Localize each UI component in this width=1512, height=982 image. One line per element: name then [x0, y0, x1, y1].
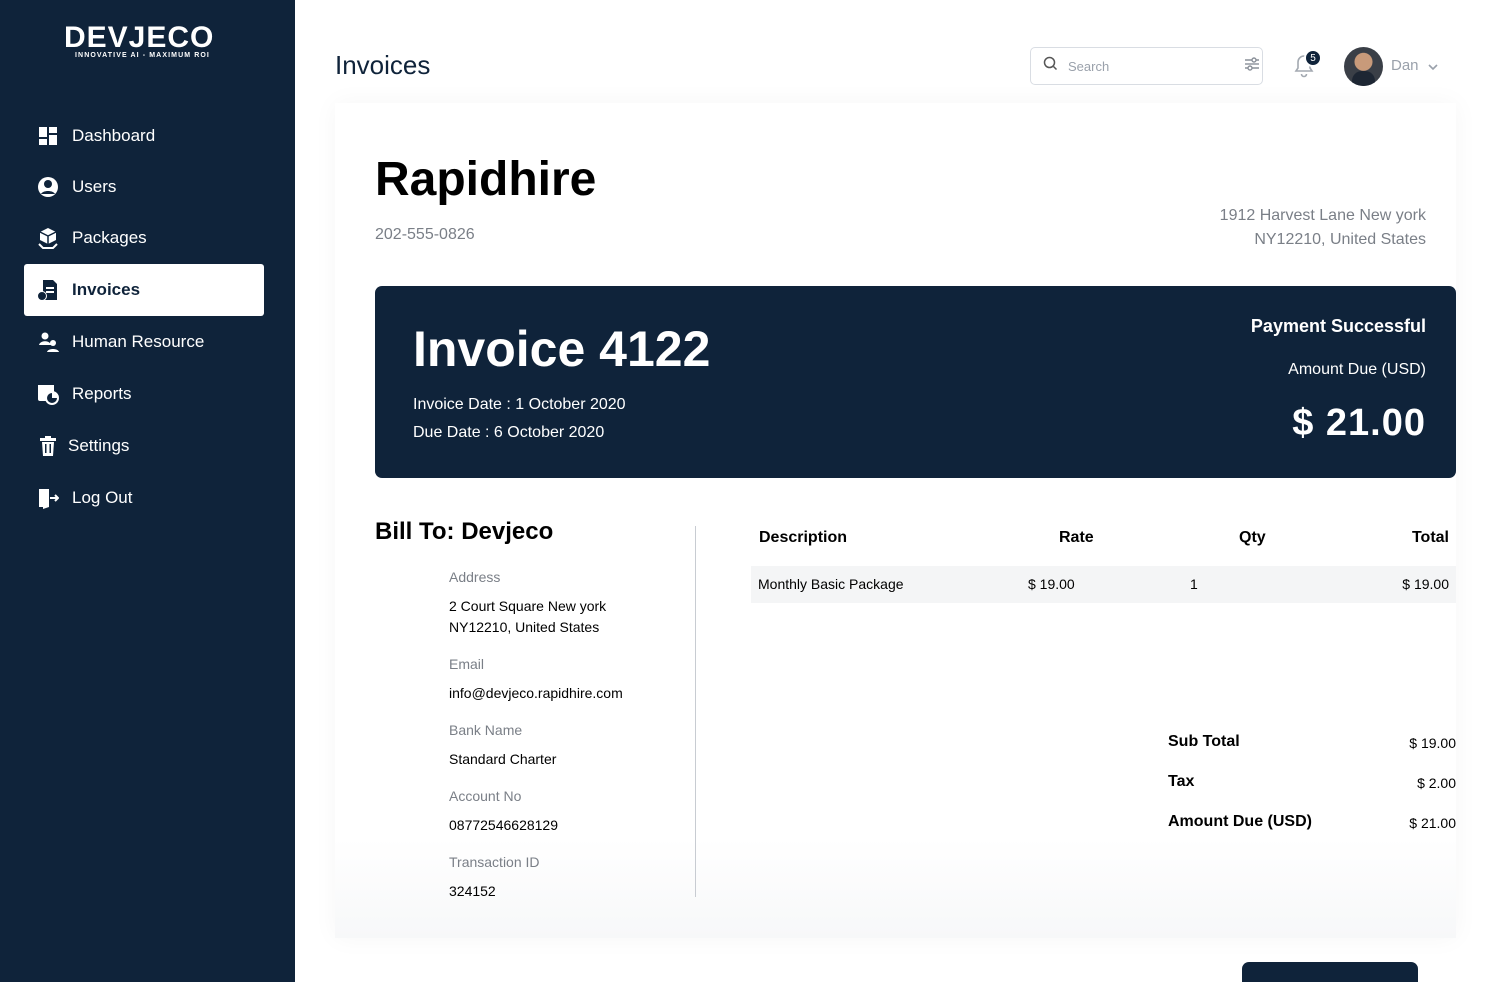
dashboard-icon — [36, 124, 60, 148]
email-value: info@devjeco.rapidhire.com — [449, 685, 623, 701]
amount-due-label: Amount Due (USD) — [1288, 361, 1426, 378]
summary-due-label: Amount Due (USD) — [1168, 813, 1312, 830]
invoice-banner: Invoice 4122 Invoice Date : 1 October 20… — [375, 286, 1456, 478]
company-address-line1: 1912 Harvest Lane New york — [1219, 207, 1426, 224]
company-address: 1912 Harvest Lane New york NY12210, Unit… — [1220, 204, 1426, 252]
account-label: Account No — [449, 788, 522, 804]
summary-due-value: $ 21.00 — [1409, 815, 1456, 831]
packages-icon — [36, 226, 60, 250]
invoice-date: Invoice Date : 1 October 2020 — [413, 396, 626, 413]
subtotal-label: Sub Total — [1168, 733, 1240, 750]
user-name[interactable]: Dan — [1391, 57, 1419, 74]
address-line1: 2 Court Square New york — [449, 598, 607, 614]
sidebar-item-packages[interactable]: Packages — [24, 212, 264, 264]
company-name: Rapidhire — [375, 153, 597, 206]
address-value: 2 Court Square New york NY12210, United … — [449, 596, 606, 638]
row-total: $ 19.00 — [1402, 576, 1449, 592]
tax-label: Tax — [1168, 773, 1195, 790]
sidebar-item-label: Human Resource — [72, 332, 205, 351]
search-input[interactable] — [1068, 58, 1244, 74]
due-date: Due Date : 6 October 2020 — [413, 424, 605, 441]
account-value: 08772546628129 — [449, 817, 559, 833]
sidebar-item-label: Reports — [72, 384, 132, 403]
filter-icon[interactable] — [1244, 56, 1260, 77]
sidebar-item-logout[interactable]: Log Out — [24, 472, 264, 524]
amount-due-value: $ 21.00 — [1292, 402, 1426, 444]
trash-icon — [36, 434, 60, 458]
address-line2: NY12210, United States — [449, 619, 600, 635]
company-phone: 202-555-0826 — [375, 226, 475, 243]
invoice-icon — [36, 278, 60, 302]
sidebar-item-dashboard[interactable]: Dashboard — [24, 110, 264, 162]
column-header-rate: Rate — [1059, 529, 1094, 546]
sidebar-item-label: Dashboard — [72, 126, 156, 145]
sidebar-item-settings[interactable]: Settings — [24, 420, 264, 472]
row-rate: $ 19.00 — [1028, 576, 1075, 592]
sidebar-item-reports[interactable]: Reports — [24, 368, 264, 420]
reports-icon — [36, 382, 60, 406]
search-icon — [1043, 56, 1058, 76]
sidebar-item-users[interactable]: Users — [24, 161, 264, 213]
notification-badge: 5 — [1304, 49, 1322, 67]
invoice-title: Invoice 4122 — [413, 321, 711, 377]
page-title: Invoices — [335, 50, 431, 80]
sidebar-item-label: Invoices — [72, 280, 141, 299]
payment-status: Payment Successful — [1250, 316, 1426, 336]
subtotal-value: $ 19.00 — [1409, 735, 1456, 751]
bank-label: Bank Name — [449, 722, 523, 738]
brand-name: DEVJECO — [64, 21, 215, 54]
row-description: Monthly Basic Package — [758, 576, 904, 592]
address-label: Address — [449, 569, 501, 585]
search-box[interactable] — [1030, 47, 1263, 85]
email-label: Email — [449, 656, 485, 672]
sidebar-item-human-resource[interactable]: Human Resource — [24, 316, 264, 368]
tax-value: $ 2.00 — [1417, 775, 1456, 791]
sidebar: DEVJECO INNOVATIVE AI - MAXIMUM ROI Dash… — [0, 0, 295, 982]
sidebar-item-invoices[interactable]: Invoices — [24, 264, 264, 316]
user-icon — [36, 175, 60, 199]
sidebar-item-label: Log Out — [72, 488, 133, 507]
action-button[interactable] — [1242, 962, 1418, 982]
column-header-description: Description — [759, 529, 848, 546]
company-address-line2: NY12210, United States — [1254, 231, 1426, 248]
chevron-down-icon[interactable] — [1426, 60, 1440, 74]
logout-icon — [36, 486, 60, 510]
row-qty: 1 — [1190, 576, 1198, 592]
column-header-qty: Qty — [1239, 529, 1266, 546]
human-resource-icon — [36, 330, 60, 354]
sidebar-item-label: Packages — [72, 228, 147, 247]
brand-tagline: INNOVATIVE AI - MAXIMUM ROI — [75, 52, 210, 59]
transaction-value: 324152 — [449, 883, 496, 899]
avatar[interactable] — [1344, 47, 1383, 86]
column-header-total: Total — [1411, 529, 1449, 546]
sidebar-item-label: Users — [72, 177, 117, 196]
brand-logo[interactable]: DEVJECO INNOVATIVE AI - MAXIMUM ROI — [64, 22, 228, 62]
bill-to-heading: Bill To: Devjeco — [375, 518, 554, 545]
vertical-divider — [695, 526, 696, 897]
sidebar-item-label: Settings — [68, 436, 130, 455]
bank-value: Standard Charter — [449, 751, 557, 767]
transaction-label: Transaction ID — [449, 854, 540, 870]
